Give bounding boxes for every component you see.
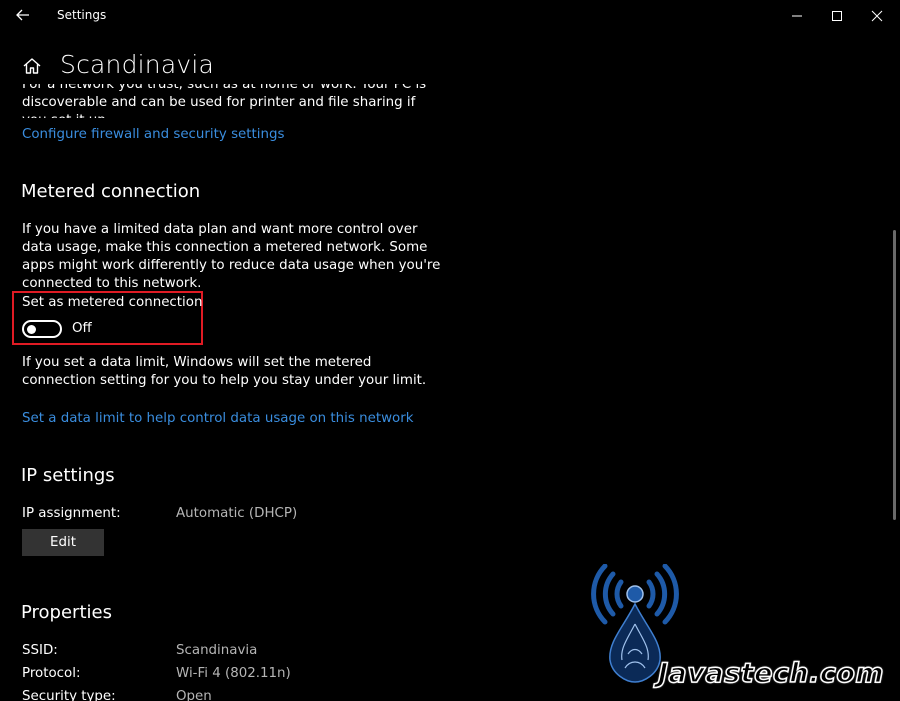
- property-key: SSID:: [22, 643, 58, 658]
- property-value: Wi-Fi 4 (802.11n): [176, 666, 291, 681]
- watermark-text: Javastech.com: [657, 657, 885, 690]
- metered-toggle-label: Set as metered connection: [22, 295, 203, 310]
- title-bar: Settings: [0, 0, 900, 32]
- description-line-1: For a network you trust, such as at home…: [22, 84, 427, 92]
- close-button[interactable]: [854, 0, 900, 32]
- close-icon: [871, 10, 883, 22]
- scrollbar-thumb[interactable]: [893, 230, 896, 520]
- metered-description: If you have a limited data plan and want…: [22, 222, 441, 291]
- property-value: Open: [176, 689, 212, 701]
- ip-settings-heading: IP settings: [21, 465, 115, 486]
- property-key: Security type:: [22, 689, 116, 701]
- data-limit-note: If you set a data limit, Windows will se…: [22, 355, 427, 388]
- network-profile-description: For a network you trust, such as at home…: [22, 84, 442, 118]
- description-line-2: discoverable and can be used for printer…: [22, 95, 416, 118]
- properties-heading: Properties: [21, 602, 112, 623]
- edit-button[interactable]: Edit: [22, 529, 104, 556]
- ip-assignment-label: IP assignment:: [22, 506, 121, 521]
- maximize-icon: [832, 11, 842, 21]
- page-title: Scandinavia: [60, 50, 215, 79]
- metered-connection-heading: Metered connection: [21, 181, 201, 202]
- firewall-settings-link[interactable]: Configure firewall and security settings: [22, 127, 284, 142]
- property-value: Scandinavia: [176, 643, 258, 658]
- minimize-icon: [792, 15, 802, 17]
- ip-assignment-value: Automatic (DHCP): [176, 506, 298, 521]
- metered-toggle[interactable]: [22, 320, 62, 338]
- property-key: Protocol:: [22, 666, 81, 681]
- back-arrow-icon[interactable]: [14, 6, 32, 24]
- metered-toggle-state: Off: [72, 321, 92, 336]
- toggle-knob: [27, 325, 36, 334]
- home-icon[interactable]: [22, 56, 42, 76]
- data-limit-link[interactable]: Set a data limit to help control data us…: [22, 411, 414, 426]
- window-title: Settings: [57, 8, 107, 22]
